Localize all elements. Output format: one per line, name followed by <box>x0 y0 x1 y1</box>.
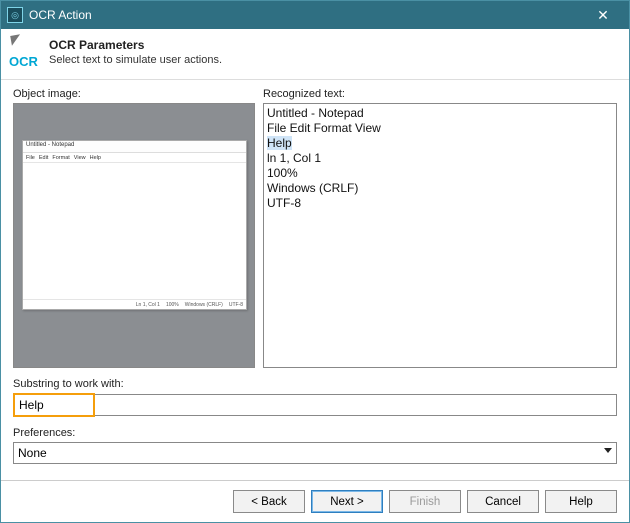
help-button[interactable]: Help <box>545 490 617 513</box>
next-button[interactable]: Next > <box>311 490 383 513</box>
substring-value: Help <box>19 398 44 412</box>
ocr-action-window: ◎ OCR Action ✕ OCR OCR Parameters Select… <box>0 0 630 523</box>
notepad-thumbnail: Untitled - Notepad File Edit Format View… <box>22 140 247 310</box>
wizard-footer: < Back Next > Finish Cancel Help <box>1 480 629 522</box>
substring-input[interactable]: Help <box>13 393 95 417</box>
chevron-down-icon <box>604 448 612 453</box>
recognized-line[interactable]: 100% <box>267 166 613 181</box>
ocr-cursor-icon: OCR <box>9 35 43 69</box>
thumb-menu-item: View <box>74 155 86 161</box>
titlebar: ◎ OCR Action ✕ <box>1 1 629 29</box>
recognized-line[interactable]: Help <box>267 136 613 151</box>
header-text: OCR Parameters Select text to simulate u… <box>49 38 222 66</box>
thumb-body <box>23 163 246 299</box>
thumb-status: Ln 1, Col 1 100% Windows (CRLF) UTF-8 <box>23 299 246 309</box>
recognized-line[interactable]: Untitled - Notepad <box>267 106 613 121</box>
recognized-text-label: Recognized text: <box>263 88 617 100</box>
preferences-value: None <box>18 446 47 460</box>
thumb-menu-item: Format <box>52 155 69 161</box>
recognized-line[interactable]: File Edit Format View <box>267 121 613 136</box>
thumb-title: Untitled - Notepad <box>23 141 246 153</box>
recognized-line[interactable]: Windows (CRLF) <box>267 181 613 196</box>
object-image-label: Object image: <box>13 88 255 100</box>
thumb-menu-item: File <box>26 155 35 161</box>
thumb-status-item: UTF-8 <box>229 302 243 308</box>
app-icon: ◎ <box>7 7 23 23</box>
cancel-button[interactable]: Cancel <box>467 490 539 513</box>
thumb-status-item: 100% <box>166 302 179 308</box>
content-area: Object image: Untitled - Notepad File Ed… <box>1 80 629 480</box>
back-button[interactable]: < Back <box>233 490 305 513</box>
wizard-header: OCR OCR Parameters Select text to simula… <box>1 29 629 80</box>
recognized-line[interactable]: ln 1, Col 1 <box>267 151 613 166</box>
close-icon[interactable]: ✕ <box>583 1 623 29</box>
header-title: OCR Parameters <box>49 38 222 52</box>
window-title: OCR Action <box>29 8 583 22</box>
thumb-menu-item: Help <box>90 155 101 161</box>
thumb-menu: File Edit Format View Help <box>23 153 246 163</box>
thumb-menu-item: Edit <box>39 155 48 161</box>
recognized-line[interactable]: UTF-8 <box>267 196 613 211</box>
finish-button: Finish <box>389 490 461 513</box>
thumb-status-item: Windows (CRLF) <box>185 302 223 308</box>
header-subtitle: Select text to simulate user actions. <box>49 54 222 66</box>
thumb-status-item: Ln 1, Col 1 <box>136 302 160 308</box>
preferences-combobox[interactable]: None <box>13 442 617 464</box>
substring-label: Substring to work with: <box>13 378 617 390</box>
object-image-panel[interactable]: Untitled - Notepad File Edit Format View… <box>13 103 255 368</box>
preferences-label: Preferences: <box>13 427 617 439</box>
substring-input-bg <box>13 394 617 416</box>
recognized-text-panel[interactable]: Untitled - NotepadFile Edit Format ViewH… <box>263 103 617 368</box>
